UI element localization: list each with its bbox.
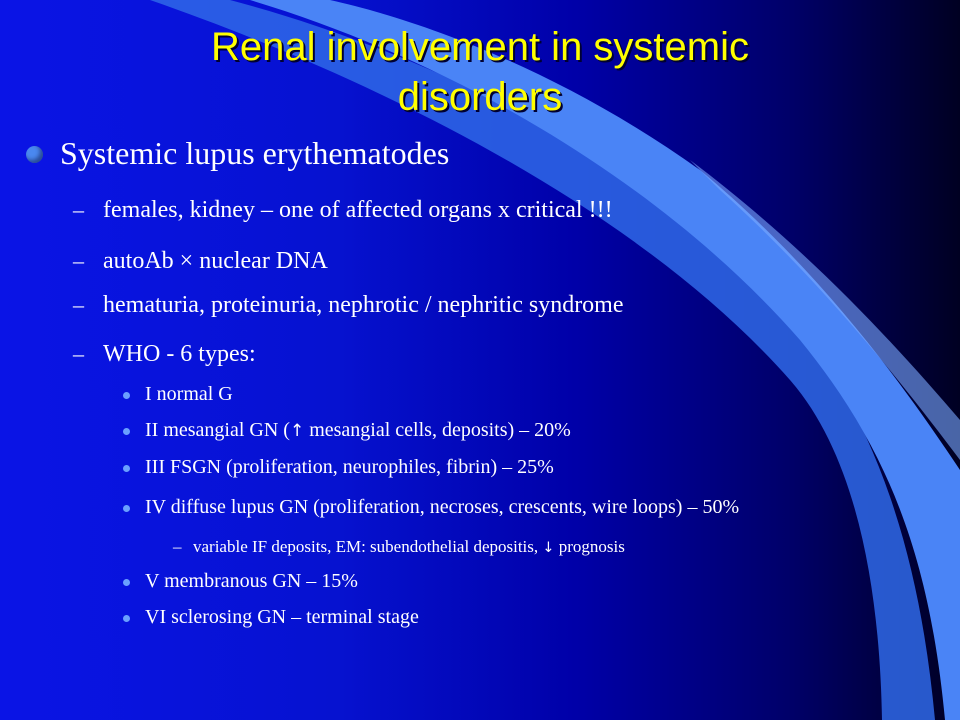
type-4-detail: – variable IF deposits, EM: subendotheli…: [173, 537, 625, 557]
small-bullet-icon: [123, 615, 130, 622]
title-line-2: disorders: [397, 75, 563, 119]
dash-icon: –: [73, 292, 84, 317]
bullet-text: Systemic lupus erythematodes: [60, 135, 450, 171]
slide-title: Renal involvement in systemic disorders: [100, 22, 860, 122]
sub-item-females: – females, kidney – one of affected orga…: [73, 197, 613, 224]
type-text: III FSGN (proliferation, neurophiles, fi…: [145, 456, 554, 478]
type-text: V membranous GN – 15%: [145, 570, 358, 592]
detail-text-post: prognosis: [554, 537, 625, 556]
type-item-5: V membranous GN – 15%: [123, 570, 358, 593]
type-text-pre: II mesangial GN (: [145, 419, 290, 441]
sub-item-autoab: – autoAb × nuclear DNA: [73, 248, 328, 275]
type-text: I normal G: [145, 383, 233, 405]
type-item-4: IV diffuse lupus GN (proliferation, necr…: [123, 496, 740, 519]
type-text: IV diffuse lupus GN (proliferation, necr…: [145, 496, 740, 518]
bullet-sle: Systemic lupus erythematodes: [26, 135, 450, 172]
small-bullet-icon: [123, 465, 130, 472]
detail-text-pre: variable IF deposits, EM: subendothelial…: [193, 537, 543, 556]
dash-icon: –: [73, 197, 84, 222]
sub-item-text: autoAb × nuclear DNA: [103, 248, 328, 274]
type-item-1: I normal G: [123, 383, 233, 406]
sub-item-who: – WHO - 6 types:: [73, 341, 256, 368]
sub-item-text: hematuria, proteinuria, nephrotic / neph…: [103, 292, 624, 318]
title-line-1: Renal involvement in systemic: [211, 25, 749, 69]
type-item-2: II mesangial GN (↑ mesangial cells, depo…: [123, 419, 571, 442]
type-item-3: III FSGN (proliferation, neurophiles, fi…: [123, 456, 554, 479]
bullet-dot-icon: [26, 146, 43, 163]
small-bullet-icon: [123, 505, 130, 512]
sub-item-text: females, kidney – one of affected organs…: [103, 197, 613, 223]
dash-icon: –: [73, 248, 84, 273]
type-item-6: VI sclerosing GN – terminal stage: [123, 606, 419, 629]
arrow-down-icon: ↓: [542, 540, 555, 556]
small-bullet-icon: [123, 392, 130, 399]
sub-item-hematuria: – hematuria, proteinuria, nephrotic / ne…: [73, 292, 624, 319]
sub-item-text: WHO - 6 types:: [103, 341, 256, 367]
arrow-up-icon: ↑: [289, 421, 305, 441]
dash-icon: –: [73, 341, 84, 366]
type-text-post: mesangial cells, deposits) – 20%: [304, 419, 571, 441]
small-bullet-icon: [123, 428, 130, 435]
dash-icon: –: [173, 537, 182, 556]
small-bullet-icon: [123, 579, 130, 586]
type-text: VI sclerosing GN – terminal stage: [145, 606, 419, 628]
